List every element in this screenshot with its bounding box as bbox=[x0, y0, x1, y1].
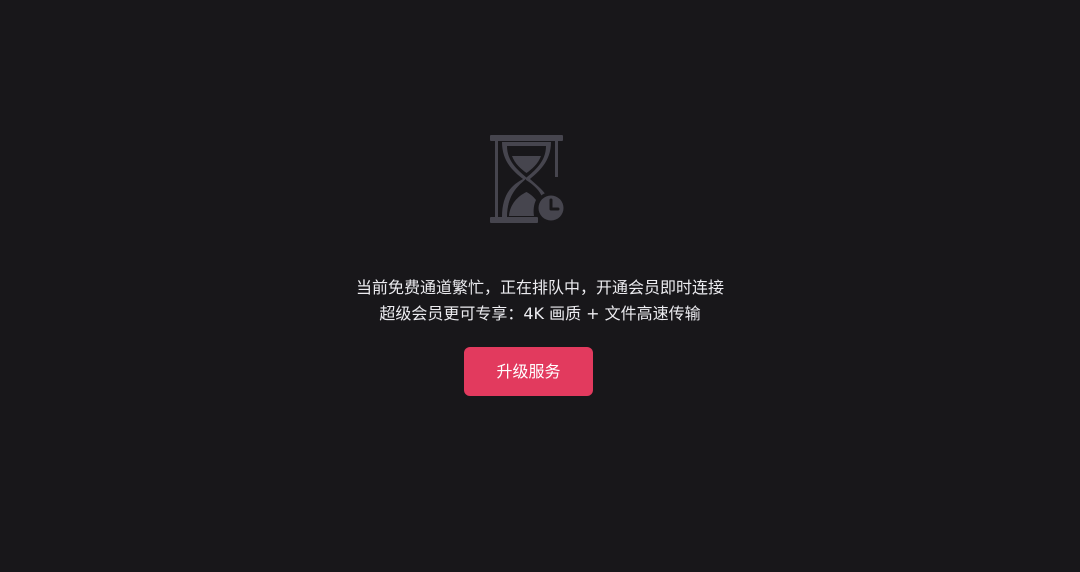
queue-message: 当前免费通道繁忙，正在排队中，开通会员即时连接 bbox=[355, 278, 724, 297]
upgrade-service-button[interactable]: 升级服务 bbox=[464, 347, 593, 396]
queue-overlay: 当前免费通道繁忙，正在排队中，开通会员即时连接 超级会员更可专享：4K 画质 +… bbox=[0, 0, 1080, 572]
hourglass-clock-icon bbox=[490, 134, 570, 226]
premium-benefits-message: 超级会员更可专享：4K 画质 + 文件高速传输 bbox=[379, 304, 701, 323]
